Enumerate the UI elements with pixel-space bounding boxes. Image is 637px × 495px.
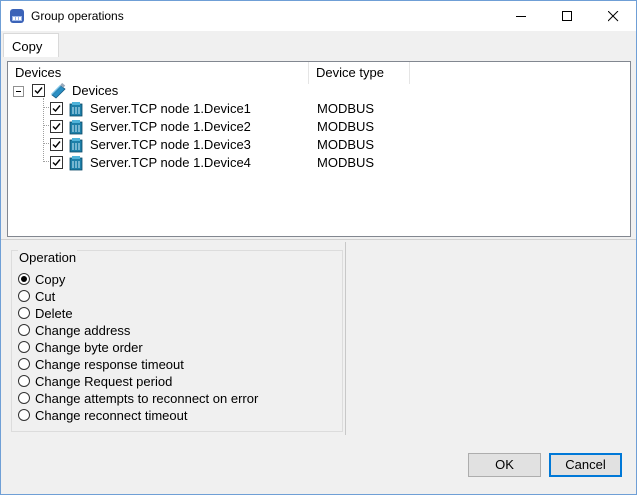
radio-indicator[interactable] (18, 290, 30, 302)
device-type: MODBUS (317, 137, 375, 152)
device-type: MODBUS (317, 155, 375, 170)
column-header-device-type-label: Device type (316, 65, 384, 80)
device-icon (69, 138, 83, 153)
device-checkbox[interactable] (50, 102, 63, 115)
collapse-toggle[interactable] (13, 86, 24, 97)
tab-copy[interactable]: Copy (3, 33, 59, 57)
radio-label: Cut (35, 289, 56, 304)
radio-label: Change attempts to reconnect on error (35, 391, 259, 406)
minimize-icon (516, 16, 526, 17)
device-type: MODBUS (317, 101, 375, 116)
column-header-device-type[interactable]: Device type (309, 62, 410, 84)
radio-indicator[interactable] (18, 358, 30, 370)
close-button[interactable] (590, 1, 636, 31)
tree-root-label: Devices (72, 83, 119, 98)
ok-button[interactable]: OK (468, 453, 541, 477)
tree-root-row[interactable]: Devices (8, 82, 608, 100)
maximize-icon (562, 11, 572, 21)
checkmark-icon (52, 141, 61, 149)
radio-label: Change address (35, 323, 131, 338)
group-operations-dialog: Group operations Copy Devices Device typ… (0, 0, 637, 495)
maximize-button[interactable] (544, 1, 590, 31)
radio-indicator[interactable] (18, 341, 30, 353)
radio-label: Delete (35, 306, 73, 321)
device-name: Server.TCP node 1.Device4 (90, 155, 251, 170)
cancel-button[interactable]: Cancel (549, 453, 622, 477)
tree-device-row[interactable]: Server.TCP node 1.Device3 MODBUS (8, 136, 608, 154)
checkmark-icon (52, 123, 61, 131)
device-icon (69, 156, 83, 171)
radio-indicator[interactable] (18, 273, 30, 285)
tree-device-row[interactable]: Server.TCP node 1.Device2 MODBUS (8, 118, 608, 136)
checkmark-icon (34, 87, 43, 95)
device-icon (69, 102, 83, 117)
close-icon (608, 11, 619, 22)
root-checkbox[interactable] (32, 84, 45, 97)
radio-indicator[interactable] (18, 392, 30, 404)
devices-icon (51, 83, 66, 99)
tree-device-row[interactable]: Server.TCP node 1.Device4 MODBUS (8, 154, 608, 172)
tree-device-row[interactable]: Server.TCP node 1.Device1 MODBUS (8, 100, 608, 118)
device-name: Server.TCP node 1.Device2 (90, 119, 251, 134)
device-checkbox[interactable] (50, 138, 63, 151)
device-name: Server.TCP node 1.Device1 (90, 101, 251, 116)
title-bar[interactable]: Group operations (1, 1, 636, 31)
window-title: Group operations (31, 9, 124, 23)
app-icon (10, 9, 24, 23)
radio-indicator[interactable] (18, 307, 30, 319)
radio-indicator[interactable] (18, 324, 30, 336)
radio-label: Change byte order (35, 340, 143, 355)
radio-label: Change response timeout (35, 357, 184, 372)
device-type: MODBUS (317, 119, 375, 134)
minimize-button[interactable] (498, 1, 544, 31)
radio-indicator[interactable] (18, 409, 30, 421)
tab-strip: Copy (1, 31, 636, 57)
checkmark-icon (52, 159, 61, 167)
device-name: Server.TCP node 1.Device3 (90, 137, 251, 152)
checkmark-icon (52, 105, 61, 113)
tab-copy-label: Copy (12, 39, 43, 54)
device-tree[interactable]: Devices Device type Devices Server.TCP n… (7, 61, 631, 237)
column-header-devices[interactable]: Devices (8, 62, 309, 84)
radio-label: Change Request period (35, 374, 173, 389)
panel-divider (345, 242, 346, 435)
column-header-devices-label: Devices (15, 65, 62, 80)
radio-indicator[interactable] (18, 375, 30, 387)
device-icon (69, 120, 83, 135)
radio-label: Copy (35, 272, 66, 287)
radio-label: Change reconnect timeout (35, 408, 188, 423)
splitter[interactable] (1, 239, 636, 240)
device-checkbox[interactable] (50, 156, 63, 169)
device-checkbox[interactable] (50, 120, 63, 133)
operation-group-title: Operation (18, 250, 78, 265)
